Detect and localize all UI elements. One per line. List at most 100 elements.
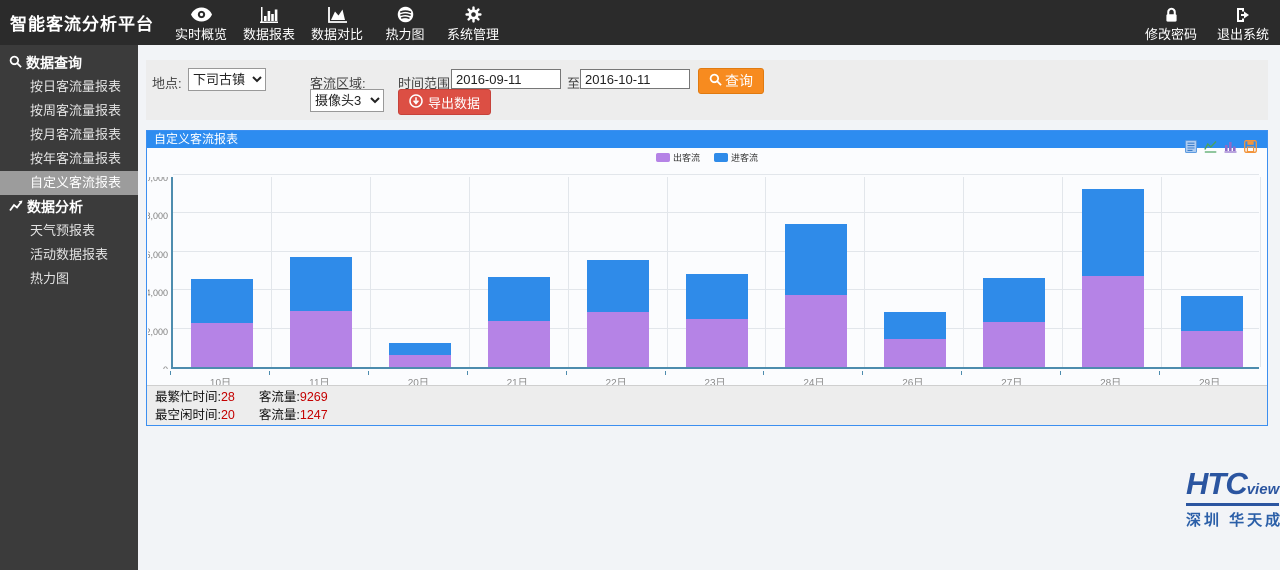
bar-进客流-29日[interactable] — [1181, 296, 1243, 332]
idle-flow-value: 1247 — [300, 408, 328, 422]
nav-item-data-compare[interactable]: 数据对比 — [308, 2, 366, 43]
gridline-vertical — [370, 177, 371, 367]
bar-出客流-22日[interactable] — [587, 312, 649, 367]
idle-stat-row: 最空闲时间:20 客流量:1247 — [155, 406, 1259, 424]
change-password-button[interactable]: 修改密码 — [1142, 2, 1200, 43]
idle-time-value: 20 — [221, 408, 235, 422]
logout-button[interactable]: 退出系统 — [1214, 2, 1272, 43]
busiest-time-label: 最繁忙时间: — [155, 390, 221, 404]
download-circle-icon — [409, 94, 423, 111]
chart-panel: 自定义客流报表 出客流 进客流 02, — [146, 130, 1268, 426]
export-button-label: 导出数据 — [428, 93, 480, 112]
panel-title: 自定义客流报表 — [147, 131, 1267, 148]
legend-swatch-blue — [714, 153, 728, 162]
legend-item-inflow[interactable]: 进客流 — [714, 151, 758, 164]
start-date-input[interactable] — [451, 69, 561, 89]
x-axis-tick — [566, 371, 567, 375]
nav-item-label: 系统管理 — [447, 24, 499, 43]
y-axis-tick-label: 8,000 — [148, 211, 168, 221]
to-label: 至 — [567, 73, 580, 92]
bar-出客流-11日[interactable] — [290, 311, 352, 367]
export-data-button[interactable]: 导出数据 — [398, 89, 491, 115]
gridline-vertical — [469, 177, 470, 367]
sidebar-item-yearly-report[interactable]: 按年客流量报表 — [0, 147, 138, 171]
bar-进客流-20日[interactable] — [389, 343, 451, 355]
plot-area — [171, 177, 1259, 369]
bar-chart-icon — [260, 5, 278, 24]
area-chart-icon — [328, 5, 347, 24]
stats-panel: 最繁忙时间:28客流量:9269 最空闲时间:20 客流量:1247 — [147, 385, 1267, 425]
x-axis-tick — [1159, 371, 1160, 375]
bar-进客流-27日[interactable] — [983, 278, 1045, 322]
sidebar-item-weather-report[interactable]: 天气预报表 — [0, 219, 138, 243]
idle-time-label: 最空闲时间: — [155, 408, 221, 422]
y-axis-labels: 02,0004,0006,0008,00010,000 — [148, 177, 169, 369]
sidebar-item-custom-report[interactable]: 自定义客流报表 — [0, 171, 138, 195]
bar-进客流-28日[interactable] — [1082, 189, 1144, 276]
bar-进客流-21日[interactable] — [488, 277, 550, 321]
gridline-vertical — [765, 177, 766, 367]
nav-item-system-admin[interactable]: 系统管理 — [444, 2, 502, 43]
busiest-flow-label: 客流量: — [259, 390, 300, 404]
save-image-icon[interactable] — [1244, 140, 1257, 153]
bar-出客流-23日[interactable] — [686, 319, 748, 367]
bar-出客流-26日[interactable] — [884, 339, 946, 367]
nav-item-heatmap[interactable]: 热力图 — [376, 2, 434, 43]
bar-进客流-10日[interactable] — [191, 279, 253, 323]
bar-出客流-24日[interactable] — [785, 295, 847, 367]
region-select[interactable]: 摄像头3 — [310, 89, 384, 112]
x-axis-tick — [961, 371, 962, 375]
location-select[interactable]: 下司古镇 — [188, 68, 266, 91]
top-navbar: 智能客流分析平台 实时概览 数据报表 数据对比 热力图 — [0, 0, 1280, 45]
gridline-vertical — [1260, 177, 1261, 367]
eye-icon — [191, 5, 212, 24]
idle-flow-label: 客流量: — [259, 408, 300, 422]
gridline-vertical — [963, 177, 964, 367]
sidebar-item-monthly-report[interactable]: 按月客流量报表 — [0, 123, 138, 147]
search-icon — [9, 55, 22, 71]
logo-text: HTCview — [1186, 466, 1279, 506]
x-axis-tick — [269, 371, 270, 375]
query-button[interactable]: 查询 — [698, 68, 764, 94]
heatmap-icon — [397, 5, 414, 24]
bar-出客流-21日[interactable] — [488, 321, 550, 367]
x-axis-tick — [763, 371, 764, 375]
bar-出客流-27日[interactable] — [983, 322, 1045, 367]
bar-进客流-23日[interactable] — [686, 274, 748, 319]
bar-出客流-28日[interactable] — [1082, 276, 1144, 367]
nav-item-realtime-overview[interactable]: 实时概览 — [172, 2, 230, 43]
chart-legend: 出客流 进客流 — [147, 151, 1267, 164]
bar-出客流-29日[interactable] — [1181, 331, 1243, 367]
bar-进客流-26日[interactable] — [884, 312, 946, 339]
line-type-icon[interactable] — [1204, 140, 1217, 153]
sidebar-section-data-query[interactable]: 数据查询 — [0, 51, 138, 75]
sidebar-item-activity-report[interactable]: 活动数据报表 — [0, 243, 138, 267]
gridline-vertical — [864, 177, 865, 367]
line-chart-icon — [9, 199, 23, 215]
data-view-icon[interactable] — [1184, 140, 1197, 153]
sidebar-section-label: 数据分析 — [27, 197, 83, 217]
bar-进客流-11日[interactable] — [290, 257, 352, 312]
logout-label: 退出系统 — [1217, 24, 1269, 43]
sidebar-item-heatmap[interactable]: 热力图 — [0, 267, 138, 291]
bar-出客流-10日[interactable] — [191, 323, 253, 367]
legend-item-outflow[interactable]: 出客流 — [656, 151, 700, 164]
bar-进客流-24日[interactable] — [785, 224, 847, 295]
sidebar-section-data-analysis[interactable]: 数据分析 — [0, 195, 138, 219]
bar-type-icon[interactable] — [1224, 140, 1237, 153]
sidebar-item-daily-report[interactable]: 按日客流量报表 — [0, 75, 138, 99]
busiest-stat-row: 最繁忙时间:28客流量:9269 — [155, 388, 1259, 406]
chart-toolbox — [1184, 140, 1257, 153]
gridline-vertical — [271, 177, 272, 367]
x-axis-tick — [862, 371, 863, 375]
nav-item-data-report[interactable]: 数据报表 — [240, 2, 298, 43]
top-nav-right: 修改密码 退出系统 — [1142, 2, 1272, 43]
legend-label: 进客流 — [731, 151, 758, 164]
bar-出客流-20日[interactable] — [389, 355, 451, 367]
bar-进客流-22日[interactable] — [587, 260, 649, 312]
sidebar-item-weekly-report[interactable]: 按周客流量报表 — [0, 99, 138, 123]
x-axis-tick — [467, 371, 468, 375]
x-axis-tick — [368, 371, 369, 375]
end-date-input[interactable] — [580, 69, 690, 89]
legend-label: 出客流 — [673, 151, 700, 164]
